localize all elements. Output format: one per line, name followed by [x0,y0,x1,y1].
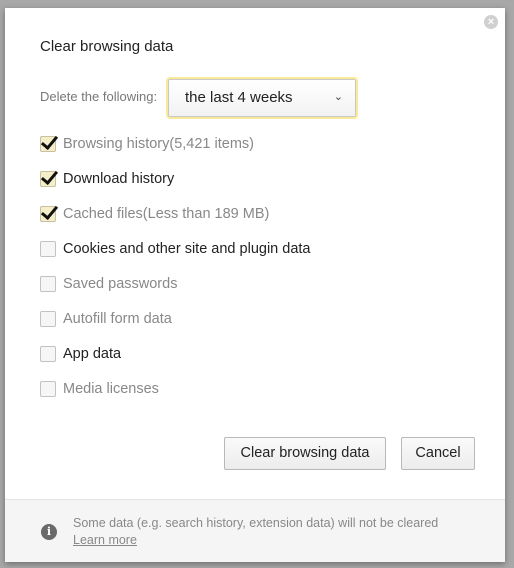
option-label: Download history [63,171,175,187]
footer-text: Some data (e.g. search history, extensio… [73,516,439,530]
checkbox[interactable] [40,206,56,222]
checkbox[interactable] [40,381,56,397]
cancel-button[interactable]: Cancel [401,437,475,470]
checkbox-option[interactable]: Media licenses [40,379,159,399]
checkbox-option[interactable]: Autofill form data [40,309,172,329]
option-label: Cached files [63,206,143,222]
checkbox-option[interactable]: Cookies and other site and plugin data [40,239,310,259]
option-label: Saved passwords [63,276,178,292]
clear-browsing-data-button[interactable]: Clear browsing data [224,437,386,470]
checkbox[interactable] [40,276,56,292]
learn-more-link[interactable]: Learn more [73,533,137,547]
option-detail: (5,421 items) [169,136,254,152]
info-icon: i [41,524,57,540]
option-label: Media licenses [63,381,159,397]
option-label: Cookies and other site and plugin data [63,241,311,257]
checkbox-option[interactable]: Cached files (Less than 189 MB) [40,204,269,224]
dialog-title: Clear browsing data [40,38,174,55]
checkbox-option[interactable]: Saved passwords [40,274,177,294]
time-range-select[interactable]: the last 4 weeks ⌄ [168,79,356,117]
checkbox-option[interactable]: App data [40,344,121,364]
close-icon[interactable]: × [484,15,498,29]
checkbox-option[interactable]: Download history [40,169,174,189]
clear-browsing-data-dialog: × Clear browsing data Delete the followi… [5,8,505,562]
checkbox[interactable] [40,171,56,187]
option-label: App data [63,346,122,362]
option-detail: (Less than 189 MB) [142,206,270,222]
chevron-down-icon: ⌄ [333,91,343,103]
option-label: Browsing history [63,136,170,152]
checkbox[interactable] [40,136,56,152]
checkbox[interactable] [40,311,56,327]
time-range-value: the last 4 weeks [185,89,293,106]
delete-following-label: Delete the following: [40,89,158,104]
checkbox[interactable] [40,346,56,362]
checkbox-option[interactable]: Browsing history (5,421 items) [40,134,254,154]
footer: i Some data (e.g. search history, extens… [5,499,505,562]
option-label: Autofill form data [63,311,172,327]
checkbox[interactable] [40,241,56,257]
